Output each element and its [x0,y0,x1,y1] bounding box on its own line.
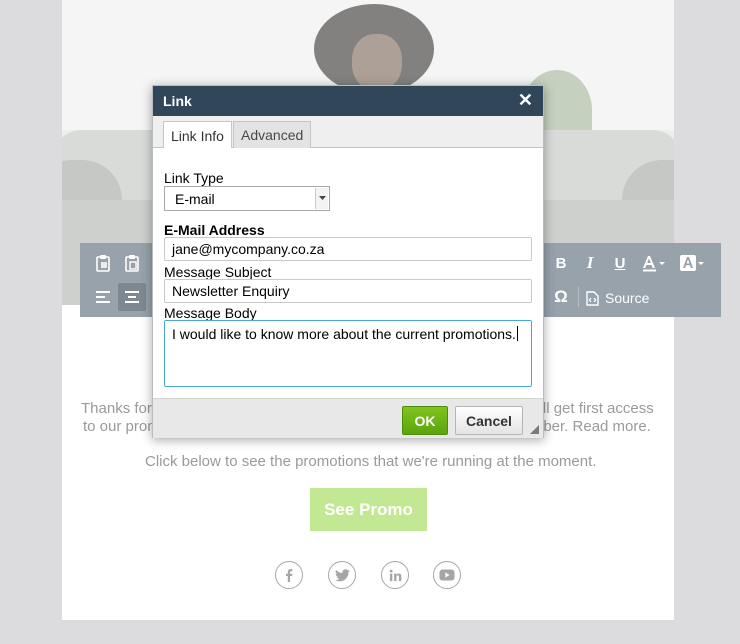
dialog-footer: OK Cancel [153,398,543,438]
link-type-value: E-mail [175,190,215,207]
intro-text-line2-right: iber. Read more. [540,418,651,435]
intro-text-line1-left: Thanks for [81,400,152,417]
email-address-field[interactable]: jane@mycompany.co.za [164,237,532,261]
intro-text-line2-left: to our prom [83,418,160,435]
tab-link-info[interactable]: Link Info [163,121,232,149]
dialog-tabs: Link Info Advanced [153,116,543,149]
underline-icon[interactable]: U [606,249,634,277]
link-type-select[interactable]: E-mail [164,186,330,211]
ok-button[interactable]: OK [402,406,448,435]
chevron-down-icon[interactable] [315,188,328,209]
cancel-button[interactable]: Cancel [455,406,523,435]
background-color-icon[interactable] [675,249,709,277]
special-character-icon[interactable]: Ω [547,283,575,311]
link-type-label: Link Type [164,170,224,186]
promo-text: Click below to see the promotions that w… [145,453,597,470]
dialog-title-bar[interactable]: Link ✕ [153,86,543,116]
message-subject-label: Message Subject [164,264,272,280]
see-promo-button[interactable]: See Promo [310,488,427,531]
dialog-body: Link Type E-mail E-Mail Address jane@myc… [153,148,543,398]
paste-icon[interactable] [89,249,117,277]
email-address-label: E-Mail Address [164,222,265,238]
text-cursor [516,326,518,341]
resize-handle[interactable] [530,425,539,434]
twitter-icon[interactable] [328,561,356,589]
italic-icon[interactable]: I [576,249,604,277]
tab-advanced[interactable]: Advanced [233,121,312,148]
link-dialog: Link ✕ Link Info Advanced Link Type E-ma… [152,85,544,438]
dialog-title: Link [163,93,192,109]
paste-text-icon[interactable] [118,249,146,277]
align-center-icon[interactable] [118,283,146,311]
toolbar-separator [578,287,579,307]
youtube-icon[interactable] [433,561,461,589]
message-body-text: I would like to know more about the curr… [172,326,516,342]
bold-icon[interactable]: B [547,249,575,277]
source-label: Source [605,290,650,306]
text-color-icon[interactable] [637,249,671,277]
facebook-icon[interactable] [275,561,303,589]
align-left-icon[interactable] [89,283,117,311]
message-body-field[interactable]: I would like to know more about the curr… [164,320,532,387]
close-icon[interactable]: ✕ [518,90,533,110]
source-button[interactable]: Source [586,287,649,309]
message-body-label: Message Body [164,305,257,321]
source-icon [586,290,599,306]
linkedin-icon[interactable] [381,561,409,589]
message-subject-field[interactable]: Newsletter Enquiry [164,279,532,303]
intro-text-line1-right: 'll get first access [540,400,654,417]
